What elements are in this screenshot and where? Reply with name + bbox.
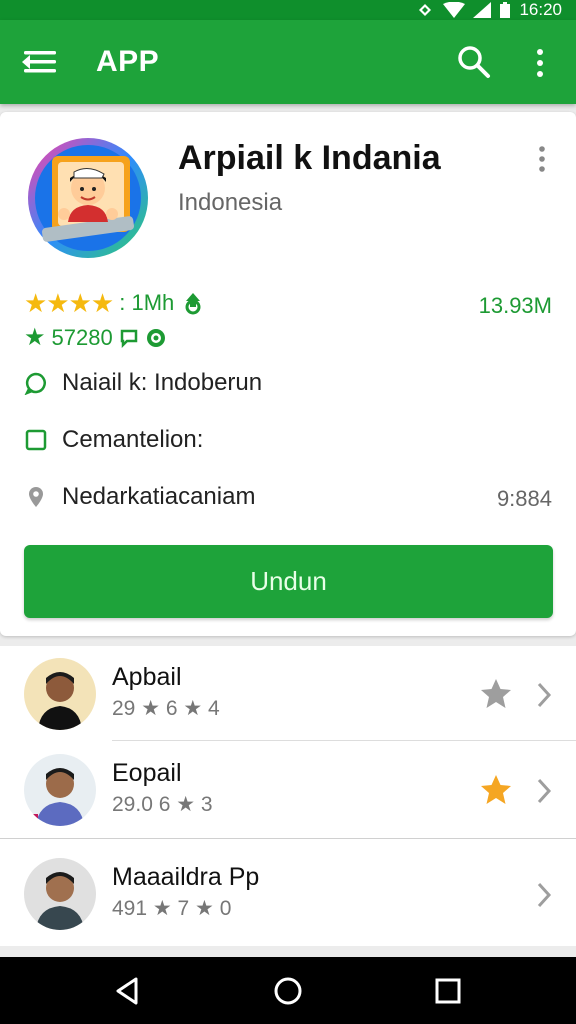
recents-icon[interactable] <box>432 975 464 1007</box>
app-icon[interactable] <box>26 136 150 260</box>
reviews-row: ★ 57280 <box>24 324 167 352</box>
star-outline-icon[interactable] <box>478 676 514 712</box>
list-item[interactable]: Eopail 29.0 6 ★ 3 <box>0 742 576 838</box>
list-item-name: Apbail <box>112 663 182 691</box>
location-pin-icon <box>24 485 48 509</box>
more-vertical-icon[interactable] <box>532 144 552 174</box>
star-filled-icon[interactable] <box>478 772 514 808</box>
list-item-name: Maaaildra Pp <box>112 863 260 891</box>
user-list: Apbail 29 ★ 6 ★ 4 Eopail 29.0 6 ★ 3 Maaa… <box>0 646 576 946</box>
rating-stars: ★★★★ <box>24 288 114 318</box>
avatar <box>24 858 96 930</box>
chat-bubble-icon <box>24 371 48 395</box>
app-publisher: Indonesia <box>178 189 283 216</box>
info-category-label: Cemantelion: <box>62 426 204 453</box>
list-item-name: Eopail <box>112 759 182 787</box>
install-button[interactable]: Undun <box>24 545 553 618</box>
list-item-meta: 29.0 6 ★ 3 <box>112 793 213 816</box>
app-bar: APP <box>0 20 576 104</box>
info-row-language: Naiail k: Indoberun <box>24 366 262 400</box>
app-size: 13.93M <box>478 293 552 318</box>
reviews-count: 57280 <box>51 325 113 350</box>
system-nav-bar <box>0 957 576 1024</box>
info-location-value: 9:884 <box>496 486 552 511</box>
list-item[interactable]: Apbail 29 ★ 6 ★ 4 <box>0 646 576 742</box>
app-bar-title: APP <box>96 45 160 78</box>
battery-icon <box>500 2 511 18</box>
divider <box>112 740 576 741</box>
status-time: 16:20 <box>519 0 562 19</box>
chevron-right-icon[interactable] <box>534 680 554 710</box>
search-icon[interactable] <box>456 44 492 80</box>
signal-icon <box>473 2 492 18</box>
info-language-label: Naiail k: Indoberun <box>62 369 263 396</box>
downloads-count: : 1Mh <box>119 290 175 315</box>
list-item-meta: 491 ★ 7 ★ 0 <box>112 897 232 920</box>
info-row-category: Cemantelion: <box>24 423 203 457</box>
chevron-right-icon[interactable] <box>534 776 554 806</box>
wifi-icon <box>443 2 466 18</box>
hamburger-menu-icon[interactable] <box>22 46 58 78</box>
recycle-icon <box>185 293 201 315</box>
info-location-label: Nedarkatiacaniam <box>62 483 256 510</box>
list-item-meta: 29 ★ 6 ★ 4 <box>112 697 220 720</box>
avatar <box>24 754 96 826</box>
status-bar: 16:20 <box>0 0 576 20</box>
more-vertical-icon[interactable] <box>528 46 552 80</box>
whatsapp-icon <box>146 329 165 347</box>
avatar <box>24 658 96 730</box>
divider <box>0 838 576 839</box>
back-icon[interactable] <box>112 975 144 1007</box>
star-icon: ★ <box>24 324 46 351</box>
rating-row: ★★★★ : 1Mh <box>24 288 206 318</box>
app-name: Arpiail k Indania <box>178 139 441 177</box>
list-item[interactable]: Maaaildra Pp 491 ★ 7 ★ 0 <box>0 846 576 942</box>
home-icon[interactable] <box>272 975 304 1007</box>
comment-icon <box>120 329 137 348</box>
app-detail-card: Arpiail k Indania Indonesia ★★★★ : 1Mh 1… <box>0 112 576 636</box>
nfc-icon <box>419 4 432 16</box>
status-icons: 16:20 <box>417 0 562 20</box>
square-checkbox-icon <box>24 428 48 452</box>
chevron-right-icon[interactable] <box>534 880 554 910</box>
info-row-location: Nedarkatiacaniam <box>24 480 255 514</box>
